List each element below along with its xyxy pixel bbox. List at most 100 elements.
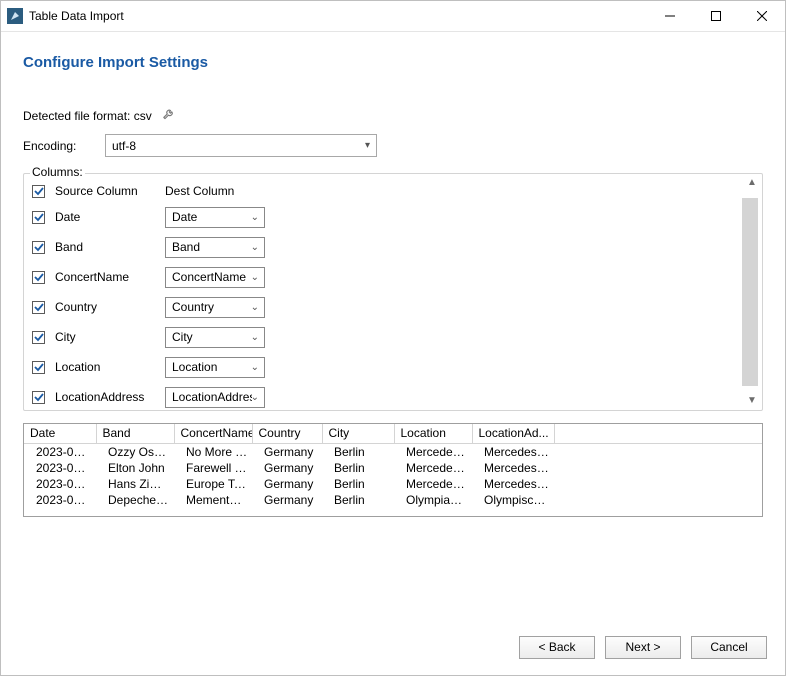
scrollbar[interactable]: ▲ ▼ (744, 178, 760, 406)
page-title: Configure Import Settings (23, 54, 763, 71)
encoding-label: Encoding: (23, 139, 99, 153)
preview-cell: Berlin (322, 492, 394, 508)
minimize-button[interactable] (647, 1, 693, 31)
chevron-down-icon: ⌄ (251, 392, 259, 403)
chevron-down-icon: ⌄ (251, 332, 259, 343)
preview-cell: Ozzy Osbou... (96, 444, 174, 461)
preview-cell: 2023-05-26 (24, 476, 96, 492)
preview-header-cell[interactable]: ConcertName (174, 424, 252, 444)
column-map-row: City City ⌄ (32, 322, 740, 352)
preview-header-cell[interactable]: Country (252, 424, 322, 444)
chevron-down-icon: ⌄ (251, 272, 259, 283)
dest-column-select[interactable]: ConcertName ⌄ (165, 267, 265, 288)
column-checkbox[interactable] (32, 331, 45, 344)
preview-header-cell[interactable]: Band (96, 424, 174, 444)
content-area: Configure Import Settings Detected file … (1, 32, 785, 619)
preview-header-cell[interactable]: LocationAd... (472, 424, 554, 444)
preview-header-cell[interactable]: City (322, 424, 394, 444)
preview-cell: Olympiasta... (394, 492, 472, 508)
columns-list: Source Column Dest Column DateDate⌄BandB… (32, 180, 740, 408)
source-column-name: Band (55, 240, 165, 254)
dest-column-select[interactable]: City ⌄ (165, 327, 265, 348)
table-row[interactable]: 2023-07-07Depeche M...Memento M...German… (24, 492, 762, 508)
next-button[interactable]: Next > (605, 636, 681, 659)
column-checkbox[interactable] (32, 211, 45, 224)
title-bar: Table Data Import (1, 1, 785, 32)
preview-header-cell[interactable]: Date (24, 424, 96, 444)
preview-cell: Memento M... (174, 492, 252, 508)
dest-column-value: City (172, 330, 193, 344)
preview-cell: Olympische... (472, 492, 554, 508)
preview-cell: Berlin (322, 444, 394, 461)
table-row[interactable]: 2023-05-26Hans Zimm...Europe Tou...Germa… (24, 476, 762, 492)
select-all-checkbox[interactable] (32, 185, 45, 198)
column-map-row: BandBand⌄ (32, 232, 740, 262)
chevron-down-icon: ⌄ (251, 302, 259, 313)
columns-fieldset: Columns: ▲ ▼ Source Column Dest Column D… (23, 173, 763, 411)
dest-column-value: Band (172, 240, 200, 254)
maximize-button[interactable] (693, 1, 739, 31)
title-bar-left: Table Data Import (1, 8, 124, 24)
source-column-name: City (55, 330, 165, 344)
column-checkbox[interactable] (32, 361, 45, 374)
source-column-header: Source Column (55, 184, 165, 198)
preview-cell: Depeche M... (96, 492, 174, 508)
table-row[interactable]: 2023-05-28Ozzy Osbou...No More To...Germ… (24, 444, 762, 461)
footer: < Back Next > Cancel (1, 619, 785, 675)
preview-cell: 2023-05-28 (24, 444, 96, 461)
encoding-select[interactable]: utf-8 ▾ (105, 134, 377, 157)
dest-column-value: ConcertName (172, 270, 246, 284)
preview-cell: Farewell Ye... (174, 460, 252, 476)
source-column-name: Country (55, 300, 165, 314)
preview-cell: Germany (252, 444, 322, 461)
column-checkbox[interactable] (32, 241, 45, 254)
scroll-down-icon[interactable]: ▼ (747, 396, 757, 406)
preview-cell: Mercedes-B... (394, 476, 472, 492)
column-map-row: Country Country ⌄ (32, 292, 740, 322)
preview-cell: No More To... (174, 444, 252, 461)
columns-legend: Columns: (30, 165, 85, 179)
preview-cell: Germany (252, 476, 322, 492)
encoding-row: Encoding: utf-8 ▾ (23, 134, 763, 157)
preview-header-row: DateBandConcertNameCountryCityLocationLo… (24, 424, 762, 444)
back-button[interactable]: < Back (519, 636, 595, 659)
preview-cell: Mercedes-P... (472, 444, 554, 461)
preview-table: DateBandConcertNameCountryCityLocationLo… (24, 424, 762, 508)
scroll-up-icon[interactable]: ▲ (747, 178, 757, 188)
preview-cell: Mercedes-P... (472, 460, 554, 476)
preview-cell: Europe Tou... (174, 476, 252, 492)
cancel-button[interactable]: Cancel (691, 636, 767, 659)
dest-column-value: Date (172, 210, 197, 224)
scroll-thumb[interactable] (742, 198, 758, 386)
chevron-down-icon: ⌄ (251, 212, 259, 223)
preview-cell: Hans Zimm... (96, 476, 174, 492)
preview-header-cell[interactable]: Location (394, 424, 472, 444)
column-checkbox[interactable] (32, 271, 45, 284)
dest-column-select[interactable]: Country ⌄ (165, 297, 265, 318)
dest-column-value: LocationAddres (172, 390, 252, 404)
preview-table-container: DateBandConcertNameCountryCityLocationLo… (23, 423, 763, 517)
column-map-row: LocationAddressLocationAddres⌄ (32, 382, 740, 408)
preview-cell: Berlin (322, 460, 394, 476)
window-title: Table Data Import (29, 9, 124, 23)
dest-column-select[interactable]: Date ⌄ (165, 207, 265, 228)
preview-cell: Germany (252, 460, 322, 476)
preview-cell: Mercedes-B... (394, 444, 472, 461)
preview-cell: Elton John (96, 460, 174, 476)
dest-column-select[interactable]: LocationAddres⌄ (165, 387, 265, 408)
column-checkbox[interactable] (32, 391, 45, 404)
wrench-icon[interactable] (162, 107, 176, 124)
preview-cell: 2023-07-07 (24, 492, 96, 508)
detected-format-label: Detected file format: csv (23, 109, 152, 123)
detected-format-row: Detected file format: csv (23, 107, 763, 124)
column-map-row: ConcertNameConcertName ⌄ (32, 262, 740, 292)
preview-cell: Mercedes-P... (472, 476, 554, 492)
close-button[interactable] (739, 1, 785, 31)
table-row[interactable]: 2023-05-08Elton JohnFarewell Ye...German… (24, 460, 762, 476)
dest-column-select[interactable]: Location⌄ (165, 357, 265, 378)
dest-column-select[interactable]: Band⌄ (165, 237, 265, 258)
dest-column-value: Country (172, 300, 214, 314)
dest-column-value: Location (172, 360, 217, 374)
app-icon (7, 8, 23, 24)
column-checkbox[interactable] (32, 301, 45, 314)
